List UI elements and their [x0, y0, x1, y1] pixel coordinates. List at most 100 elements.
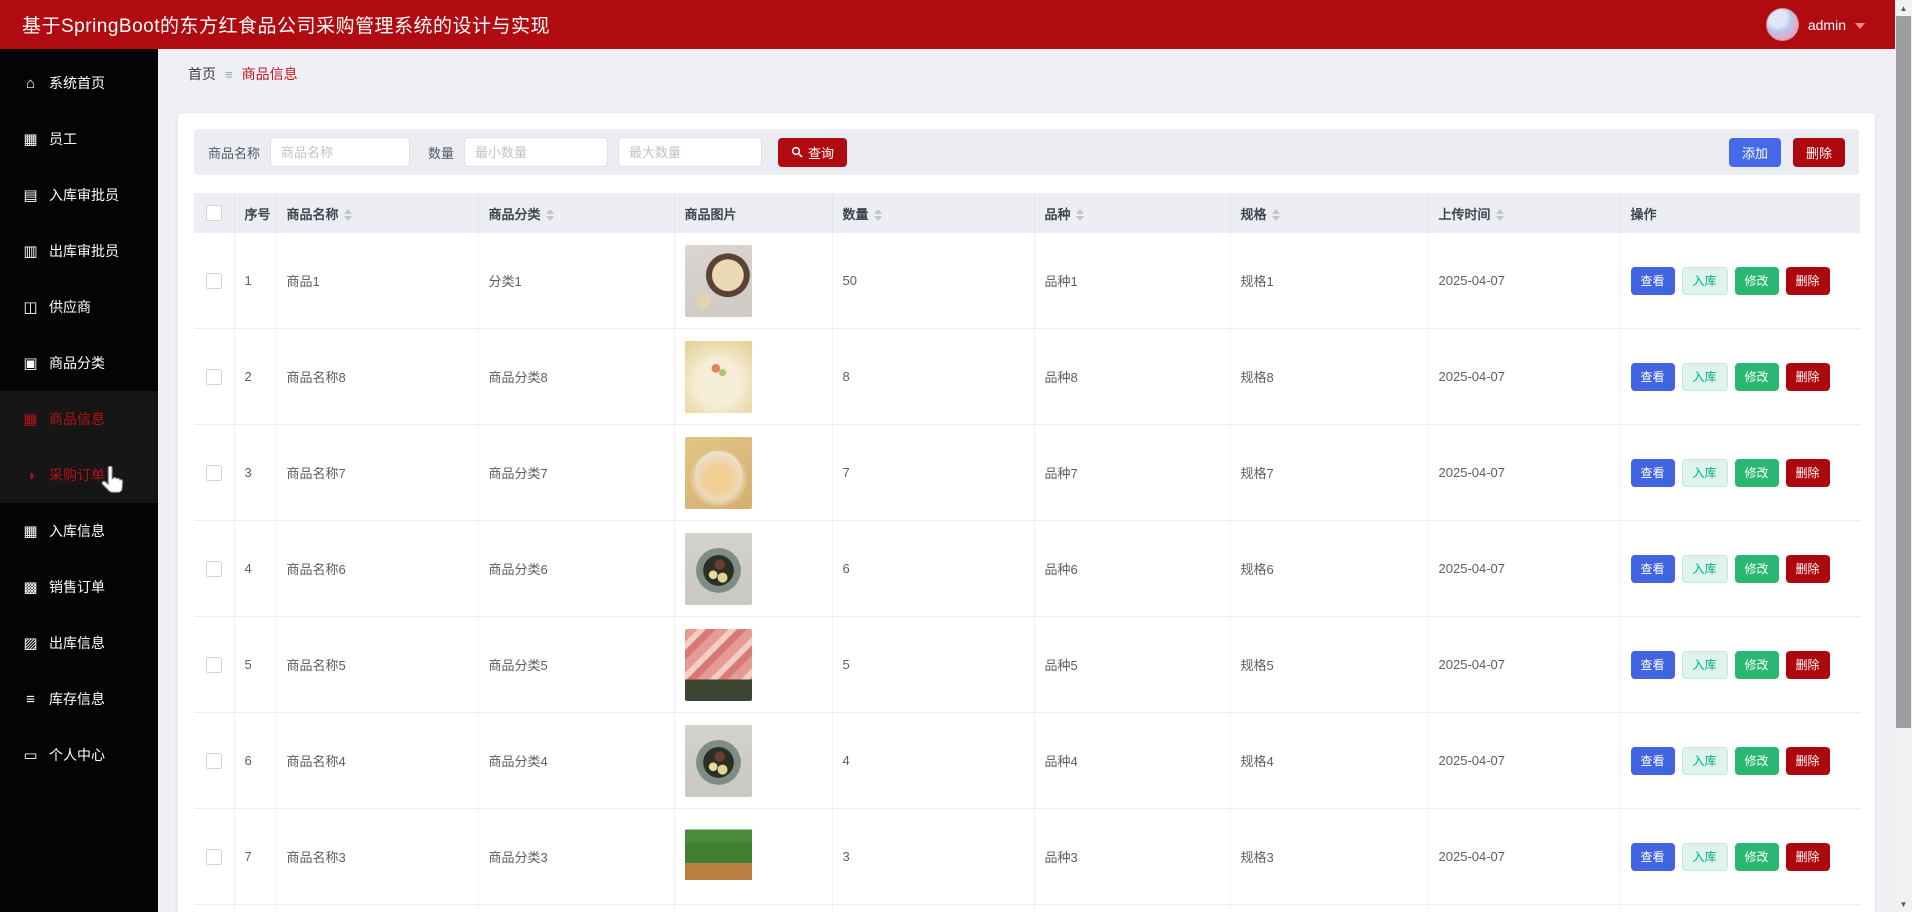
username: admin	[1807, 16, 1846, 33]
sort-carets-icon[interactable]	[1495, 209, 1504, 222]
row-checkbox[interactable]	[205, 656, 222, 673]
product-spec: 规格6	[1230, 520, 1429, 617]
column-header-5[interactable]: 数量	[832, 193, 1035, 233]
column-header-8[interactable]: 上传时间	[1428, 193, 1621, 233]
delete-row-button[interactable]: 删除	[1785, 458, 1830, 487]
product-image-shrimp-tofu-soup	[684, 340, 752, 413]
delete-row-button[interactable]: 删除	[1785, 842, 1830, 871]
scrollbar-thumb[interactable]	[1896, 16, 1911, 728]
product-name: 商品名称3	[276, 808, 479, 905]
delete-row-button[interactable]: 删除	[1785, 554, 1830, 583]
edit-row-button[interactable]: 修改	[1734, 650, 1779, 679]
row-actions	[1620, 904, 1860, 912]
row-checkbox[interactable]	[205, 848, 222, 865]
sidebar-item-4[interactable]: ◫ 供应商	[0, 279, 158, 335]
edit-row-button[interactable]: 修改	[1734, 266, 1779, 295]
inbound-row-button[interactable]: 入库	[1681, 458, 1728, 487]
column-label: 商品名称	[286, 206, 339, 222]
search-button-label: 查询	[808, 145, 835, 161]
column-header-7[interactable]: 规格	[1230, 193, 1429, 233]
vertical-scrollbar[interactable]: ▲ ▼	[1895, 0, 1912, 912]
column-header-1: 序号	[234, 193, 277, 233]
delete-row-button[interactable]: 删除	[1785, 650, 1830, 679]
product-variety: 品种6	[1034, 520, 1231, 617]
sort-carets-icon[interactable]	[1075, 209, 1084, 222]
row-checkbox[interactable]	[205, 368, 222, 385]
row-checkbox[interactable]	[205, 752, 222, 769]
sidebar-item-12[interactable]: ▭ 个人中心	[0, 727, 158, 783]
sort-carets-icon[interactable]	[343, 209, 352, 222]
inbound-row-button[interactable]: 入库	[1681, 746, 1728, 775]
product-name: 商品名称6	[276, 520, 479, 617]
min-qty-input[interactable]	[464, 137, 609, 167]
row-checkbox[interactable]	[205, 560, 222, 577]
sidebar-item-7[interactable]: ◑ 采购订单	[0, 447, 158, 503]
edit-row-button[interactable]: 修改	[1734, 458, 1779, 487]
product-variety: 品种8	[1034, 328, 1231, 425]
inbound-row-button[interactable]: 入库	[1681, 842, 1728, 871]
upload-time: 2025-04-07	[1428, 520, 1621, 617]
product-variety: 品种1	[1034, 233, 1231, 329]
row-checkbox[interactable]	[205, 464, 222, 481]
edit-row-button[interactable]: 修改	[1734, 746, 1779, 775]
sort-carets-icon[interactable]	[545, 209, 554, 222]
view-row-button[interactable]: 查看	[1630, 458, 1675, 487]
sidebar-item-8[interactable]: ▦ 入库信息	[0, 503, 158, 559]
view-row-button[interactable]: 查看	[1630, 650, 1675, 679]
delete-row-button[interactable]: 删除	[1785, 362, 1830, 391]
row-checkbox[interactable]	[205, 272, 222, 289]
row-index: 6	[234, 712, 277, 809]
delete-row-button[interactable]: 删除	[1785, 746, 1830, 775]
delete-button[interactable]: 删除	[1792, 137, 1845, 167]
avatar[interactable]	[1765, 8, 1799, 41]
max-qty-input[interactable]	[618, 137, 763, 167]
view-row-button[interactable]: 查看	[1630, 746, 1675, 775]
upload-time: 2025-04-07	[1428, 616, 1621, 713]
column-header-6[interactable]: 品种	[1034, 193, 1231, 233]
product-spec: 规格7	[1230, 424, 1429, 521]
row-index: 4	[234, 520, 277, 617]
scroll-down-icon[interactable]: ▼	[1895, 896, 1912, 912]
column-header-4: 商品图片	[674, 193, 833, 233]
edit-row-button[interactable]: 修改	[1734, 362, 1779, 391]
edit-row-button[interactable]: 修改	[1734, 554, 1779, 583]
view-row-button[interactable]: 查看	[1630, 266, 1675, 295]
search-button[interactable]: 查询	[778, 137, 848, 167]
sidebar-item-0[interactable]: ⌂ 系统首页	[0, 55, 158, 111]
select-all-header[interactable]	[194, 193, 235, 233]
content-card: 商品名称 数量 查询 添加 删除 序号商品名称商品分类商品图片数量品种规格上传时…	[178, 113, 1875, 912]
column-header-2[interactable]: 商品名称	[276, 193, 479, 233]
column-label: 数量	[842, 206, 869, 222]
inbound-row-button[interactable]: 入库	[1681, 362, 1728, 391]
name-filter-input[interactable]	[270, 137, 411, 167]
select-all-checkbox[interactable]	[205, 205, 222, 222]
edit-row-button[interactable]: 修改	[1734, 842, 1779, 871]
row-index: 7	[234, 808, 277, 905]
inbound-row-button[interactable]: 入库	[1681, 554, 1728, 583]
delete-row-button[interactable]: 删除	[1785, 266, 1830, 295]
sidebar-item-2[interactable]: ▤ 入库审批员	[0, 167, 158, 223]
sort-carets-icon[interactable]	[873, 209, 882, 222]
sidebar-item-6[interactable]: ▦ 商品信息	[0, 391, 158, 447]
sidebar-item-3[interactable]: ▥ 出库审批员	[0, 223, 158, 279]
inbound-row-button[interactable]: 入库	[1681, 266, 1728, 295]
scroll-up-icon[interactable]: ▲	[1895, 0, 1912, 16]
column-header-3[interactable]: 商品分类	[478, 193, 675, 233]
sidebar-item-11[interactable]: ≡ 库存信息	[0, 671, 158, 727]
grid-icon: ▦	[23, 130, 38, 148]
view-row-button[interactable]: 查看	[1630, 554, 1675, 583]
breadcrumb-home[interactable]: 首页	[188, 64, 216, 84]
sidebar-item-9[interactable]: ▩ 销售订单	[0, 559, 158, 615]
sidebar-item-10[interactable]: ▨ 出库信息	[0, 615, 158, 671]
row-actions: 查看 入库 修改 删除	[1620, 808, 1860, 905]
view-row-button[interactable]: 查看	[1630, 842, 1675, 871]
inbound-row-button[interactable]: 入库	[1681, 650, 1728, 679]
view-row-button[interactable]: 查看	[1630, 362, 1675, 391]
sidebar-item-5[interactable]: ▣ 商品分类	[0, 335, 158, 391]
user-menu[interactable]: admin	[1765, 0, 1865, 49]
product-quantity: 5	[832, 616, 1035, 713]
sidebar-item-1[interactable]: ▦ 员工	[0, 111, 158, 167]
upload-time: 2025-04-07	[1428, 808, 1621, 905]
add-button[interactable]: 添加	[1728, 137, 1781, 167]
sort-carets-icon[interactable]	[1271, 209, 1280, 222]
